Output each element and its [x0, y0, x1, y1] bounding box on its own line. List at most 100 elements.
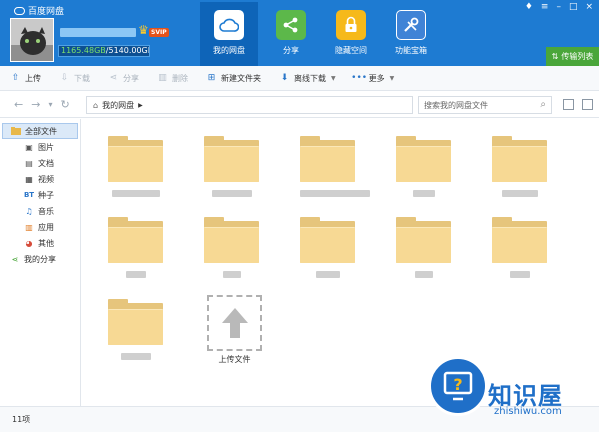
- svip-badge[interactable]: ♛ SVIP: [138, 24, 169, 39]
- folder-item[interactable]: [108, 299, 163, 360]
- share-button[interactable]: ⋖ 分享: [108, 73, 139, 84]
- list-view-icon[interactable]: [563, 99, 574, 110]
- transfer-list-button[interactable]: ⇅ 传输列表: [546, 47, 599, 66]
- cloud-icon: [214, 10, 244, 40]
- transfer-icon: ⇅: [551, 52, 559, 61]
- sidebar-item-all-files[interactable]: 全部文件: [2, 123, 78, 139]
- folder-name-blurred: [211, 190, 252, 197]
- sidebar-item-other[interactable]: ◕ 其他: [0, 235, 80, 251]
- more-icon: •••: [351, 72, 368, 83]
- sidebar-item-images[interactable]: ▣ 图片: [0, 139, 80, 155]
- offline-download-button[interactable]: ⬇ 离线下载 ▼: [279, 73, 336, 84]
- folder-icon: [108, 136, 163, 182]
- menu-icon[interactable]: ≡: [541, 2, 549, 12]
- breadcrumb-root[interactable]: 我的网盘: [102, 100, 134, 111]
- sidebar-item-music[interactable]: ♫ 音乐: [0, 203, 80, 219]
- folder-icon: [492, 136, 547, 182]
- skin-icon[interactable]: ♦: [525, 2, 533, 12]
- sidebar-item-my-share[interactable]: ⋖ 我的分享: [0, 251, 80, 267]
- upload-button[interactable]: ⇧ 上传: [10, 73, 41, 84]
- window-controls: ♦ ≡ – □ ×: [525, 2, 593, 12]
- upload-icon: ⇧: [11, 72, 20, 83]
- sidebar-item-label: 全部文件: [25, 126, 57, 136]
- search-placeholder: 搜索我的网盘文件: [424, 100, 488, 110]
- folder-name-blurred: [300, 190, 370, 197]
- delete-button[interactable]: ▥ 删除: [157, 73, 188, 84]
- sidebar-item-label: 种子: [38, 190, 54, 200]
- avatar[interactable]: [10, 18, 54, 62]
- share-icon: ⋖: [11, 254, 19, 264]
- share-icon: [276, 10, 306, 40]
- folder-icon: [300, 136, 355, 182]
- back-arrow-icon[interactable]: ←: [14, 98, 23, 111]
- trash-icon: ▥: [158, 72, 167, 83]
- search-input[interactable]: 搜索我的网盘文件 ⌕: [418, 96, 552, 114]
- close-icon[interactable]: ×: [585, 2, 593, 12]
- folder-icon: [204, 217, 259, 263]
- nav-tab-share[interactable]: 分享: [262, 2, 320, 66]
- forward-arrow-icon[interactable]: →: [31, 98, 40, 111]
- maximize-icon[interactable]: □: [569, 2, 578, 12]
- folder-item[interactable]: [300, 136, 370, 197]
- new-folder-label: 新建文件夹: [221, 73, 261, 83]
- sidebar-item-videos[interactable]: ▦ 视频: [0, 171, 80, 187]
- folder-item[interactable]: [492, 136, 547, 197]
- minimize-icon[interactable]: –: [556, 2, 561, 12]
- folder-item[interactable]: [204, 217, 259, 278]
- address-bar: ← → ▾ ↻ ⌂ 我的网盘 ▶ 搜索我的网盘文件 ⌕: [0, 92, 599, 118]
- storage-quota: 1165.48GB/5140.00GB: [58, 45, 150, 57]
- nav-tab-toolbox[interactable]: 功能宝箱: [382, 2, 440, 66]
- folder-name-blurred: [120, 353, 151, 360]
- sidebar-item-torrents[interactable]: BT 种子: [0, 187, 80, 203]
- share-label: 分享: [123, 73, 139, 83]
- sidebar: 全部文件 ▣ 图片 ▤ 文档 ▦ 视频 BT 种子 ♫ 音乐 ▥ 应用 ◕ 其他…: [0, 119, 81, 406]
- upload-label: 上传: [25, 73, 41, 83]
- sidebar-item-label: 文档: [38, 158, 54, 168]
- folder-item[interactable]: [108, 136, 163, 197]
- grid-view-icon[interactable]: [582, 99, 593, 110]
- share-small-icon: ⋖: [109, 72, 118, 83]
- breadcrumb[interactable]: ⌂ 我的网盘 ▶: [86, 96, 413, 114]
- search-icon[interactable]: ⌕: [540, 99, 546, 110]
- folder-name-blurred: [222, 271, 241, 278]
- more-button[interactable]: ••• 更多 ▼: [351, 72, 394, 84]
- folder-icon: [300, 217, 355, 263]
- app-title: 百度网盘: [14, 4, 64, 17]
- username-blurred: [60, 28, 136, 37]
- upload-file-label: 上传文件: [218, 355, 251, 364]
- sidebar-item-documents[interactable]: ▤ 文档: [0, 155, 80, 171]
- nav-tab-my-disk[interactable]: 我的网盘: [200, 2, 258, 66]
- sidebar-item-apps[interactable]: ▥ 应用: [0, 219, 80, 235]
- folder-item[interactable]: [300, 217, 355, 278]
- quota-used: 1165.48GB: [61, 46, 106, 55]
- folder-name-blurred: [414, 271, 433, 278]
- nav-tab-hidden-space[interactable]: 隐藏空间: [322, 2, 380, 66]
- upload-file-tile[interactable]: [207, 295, 262, 351]
- sidebar-item-label: 视频: [38, 174, 54, 184]
- item-count: 11项: [12, 415, 31, 424]
- folder-item[interactable]: [204, 136, 259, 197]
- svip-label: SVIP: [149, 28, 169, 37]
- folder-icon: [11, 127, 21, 136]
- new-folder-button[interactable]: ⊞ 新建文件夹: [206, 73, 261, 84]
- sidebar-item-label: 图片: [38, 142, 54, 152]
- folder-name-blurred: [509, 271, 530, 278]
- music-icon: ♫: [25, 206, 33, 216]
- upload-arrow-icon: [221, 308, 248, 338]
- folder-item[interactable]: [396, 217, 451, 278]
- download-button[interactable]: ⇩ 下载: [59, 73, 90, 84]
- watermark: ? 知识屋 zhishiwu.com: [428, 356, 599, 432]
- refresh-icon[interactable]: ↻: [60, 98, 69, 111]
- folder-item[interactable]: [492, 217, 547, 278]
- svg-text:?: ?: [453, 375, 462, 394]
- nav-label: 我的网盘: [213, 46, 245, 55]
- offline-download-icon: ⬇: [280, 72, 289, 83]
- chevron-down-icon[interactable]: ▾: [48, 100, 52, 109]
- folder-item[interactable]: [396, 136, 451, 197]
- sidebar-item-label: 其他: [38, 238, 54, 248]
- download-icon: ⇩: [60, 72, 69, 83]
- sidebar-item-label: 我的分享: [24, 254, 56, 264]
- folder-icon: [204, 136, 259, 182]
- folder-item[interactable]: [108, 217, 163, 278]
- sidebar-item-label: 应用: [38, 222, 54, 232]
